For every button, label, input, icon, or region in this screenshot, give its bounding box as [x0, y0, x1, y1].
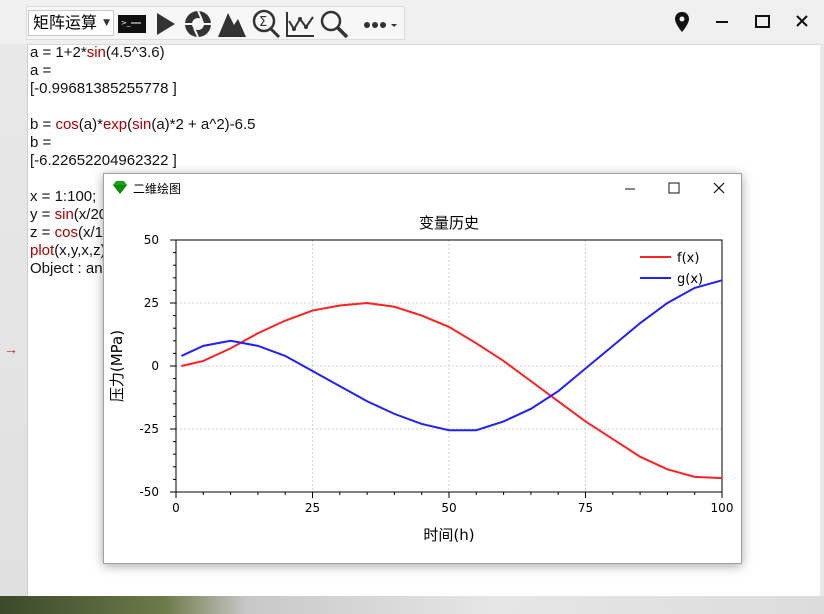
right-edge: [820, 44, 824, 596]
chart-title: 变量历史: [419, 214, 479, 232]
console-text: z =: [30, 224, 55, 241]
function-name: cos: [55, 116, 79, 133]
close-icon[interactable]: [704, 177, 734, 199]
maximize-icon[interactable]: [747, 8, 777, 36]
console-line: b = cos(a)*exp(sin(a)*2 + a^2)-6.5: [30, 116, 810, 134]
console-line: [-6.22652204962322 ]: [30, 152, 810, 170]
y-tick-label: 25: [144, 296, 159, 310]
sigma-search-icon[interactable]: Σ: [251, 9, 281, 39]
console-text: a = 1+2*: [30, 44, 87, 61]
function-name: plot: [30, 242, 55, 259]
toolbar-left-group: 矩阵运算 ▼ >_ Σ: [26, 6, 405, 40]
y-axis-label: 压力(MPa): [108, 330, 126, 402]
console-text: x = 1:100;: [30, 188, 97, 205]
x-axis-label: 时间(h): [423, 526, 474, 544]
line-chart: 0 25 50 75 100 -50 -25 0 25 50 变量历史时间(h) 压力(MPa) f(x…: [108, 214, 734, 544]
location-pin-icon[interactable]: [667, 8, 697, 36]
mountain-icon[interactable]: [217, 9, 247, 39]
y-tick-label: 0: [151, 359, 159, 373]
app-logo-icon: [113, 181, 127, 194]
x-tick-label: 50: [441, 501, 456, 515]
console-text: a =: [30, 62, 52, 79]
minimize-icon[interactable]: [615, 177, 645, 199]
console-text: [-0.99681385255778 ]: [30, 80, 177, 97]
console-text: (x,y,x,z): [54, 242, 106, 259]
y-tick-label: -50: [139, 485, 159, 499]
arrow-right-icon: →: [4, 341, 18, 357]
mode-select-value: 矩阵运算: [33, 13, 98, 32]
y-tick-label: -25: [139, 422, 159, 436]
function-name: cos: [54, 224, 78, 241]
console-text: (a)*2 + a^2)-6.5: [151, 116, 256, 133]
console-text: [-6.22652204962322 ]: [30, 152, 177, 169]
minimize-icon[interactable]: [707, 8, 737, 36]
chevron-down-icon: ▼: [103, 18, 110, 28]
zoom-icon[interactable]: [319, 9, 349, 39]
desktop-background-strip: [0, 596, 824, 614]
console-text: b =: [30, 134, 52, 151]
run-icon[interactable]: [151, 9, 181, 39]
plot-icon[interactable]: [285, 9, 315, 39]
console-line: a = 1+2*sin(4.5^3.6): [30, 44, 810, 62]
console-text: y =: [30, 206, 55, 223]
console-text: b =: [30, 116, 56, 133]
console-line: a =: [30, 62, 810, 80]
function-name: exp: [102, 116, 128, 133]
console-line: b =: [30, 134, 810, 152]
main-toolbar: 矩阵运算 ▼ >_ Σ: [0, 0, 824, 45]
plot-window: 二维绘图 0 25 50 75 100 -50 -25 0 25 50 变量历史时间(h) 压力(MP…: [103, 173, 742, 564]
plot-window-title: 二维绘图: [133, 182, 182, 196]
x-tick-label: 0: [172, 501, 180, 515]
aperture-icon[interactable]: [183, 9, 213, 39]
legend-label: f(x): [677, 251, 699, 266]
legend-label: g(x): [677, 272, 703, 287]
more-icon[interactable]: [361, 9, 401, 39]
mode-select[interactable]: 矩阵运算 ▼: [28, 10, 114, 36]
svg-text:Σ: Σ: [259, 15, 267, 30]
y-tick-label: 50: [144, 233, 159, 247]
left-gutter: →: [0, 44, 28, 614]
console-text: Object : an: [30, 260, 103, 277]
console-text: (x/1: [77, 224, 103, 241]
terminal-icon[interactable]: >_: [117, 9, 147, 39]
console-text: (4.5^3.6): [105, 44, 165, 61]
plot-window-titlebar[interactable]: 二维绘图: [104, 174, 741, 202]
console-text: (a)*: [78, 116, 103, 133]
x-tick-label: 100: [711, 501, 734, 515]
console-line: [-0.99681385255778 ]: [30, 80, 810, 98]
function-name: sin: [54, 206, 74, 223]
series-line-f: [181, 301, 723, 480]
function-name: sin: [132, 116, 152, 133]
maximize-icon[interactable]: [659, 177, 689, 199]
close-icon[interactable]: [787, 8, 817, 36]
svg-text:>_: >_: [121, 19, 131, 27]
x-tick-label: 75: [578, 501, 593, 515]
function-name: sin: [86, 44, 106, 61]
x-tick-label: 25: [305, 501, 320, 515]
